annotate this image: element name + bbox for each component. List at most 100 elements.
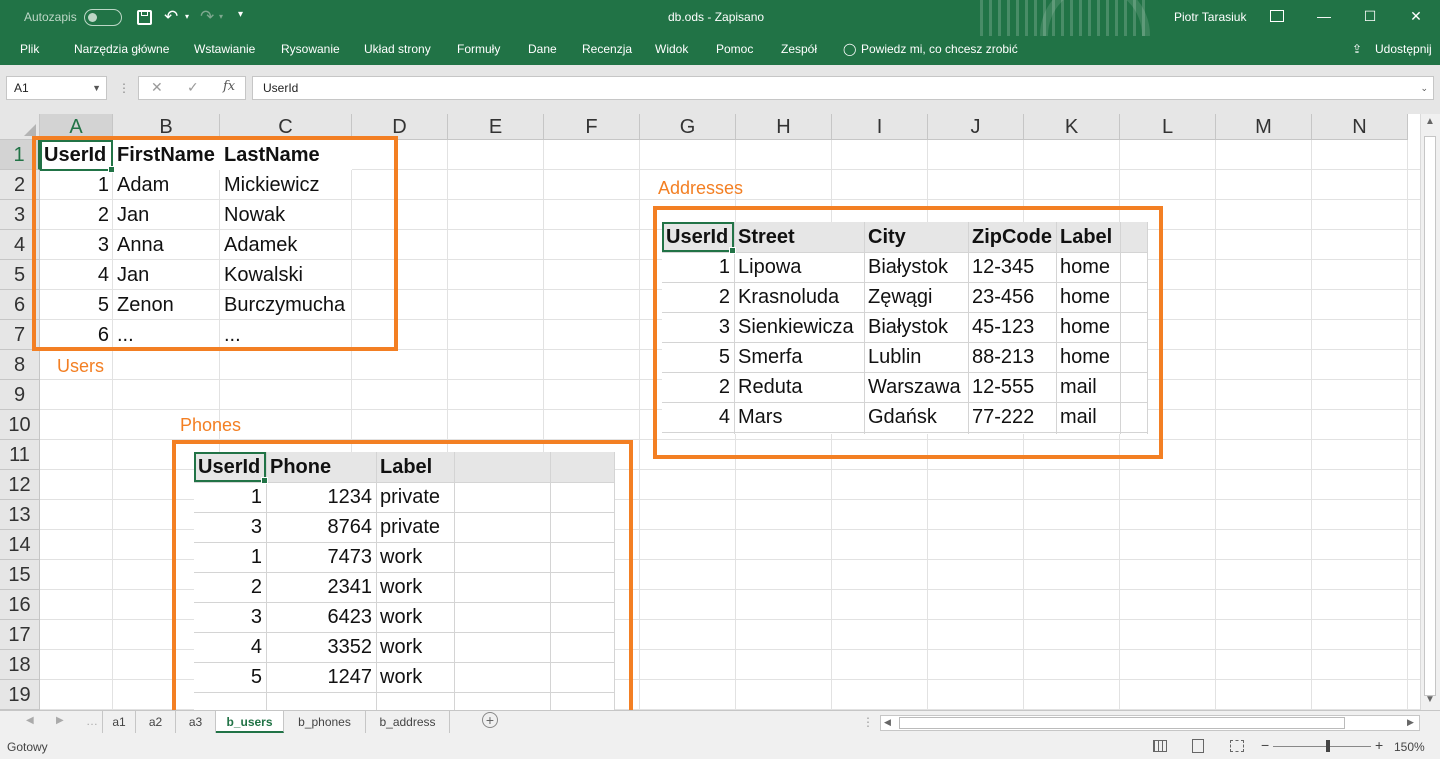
vertical-scroll-thumb[interactable] [1424, 136, 1436, 696]
next-sheet-icon[interactable]: ▶ [56, 715, 64, 726]
sheet-tab-b_address[interactable]: b_address [366, 711, 450, 733]
gridline-vertical [1311, 140, 1312, 710]
share-button[interactable]: Udostępnij [1375, 42, 1432, 56]
column-header-N[interactable]: N [1312, 114, 1408, 140]
title-bar: Autozapis ↶ ▾ ↷ ▾ ▾ db.ods - Zapisano Pi… [0, 0, 1440, 90]
scroll-right-icon[interactable]: ▶ [1407, 717, 1414, 728]
maximize-icon[interactable]: ☐ [1360, 6, 1380, 26]
tab-team[interactable]: Zespół [781, 42, 817, 56]
formula-bar-grip-icon: ⋮ [118, 81, 130, 95]
customize-qat-icon[interactable]: ▾ [238, 9, 243, 20]
name-box-value: A1 [14, 81, 29, 95]
cancel-icon[interactable]: ✕ [151, 79, 163, 96]
lightbulb-icon[interactable]: ◯ [843, 42, 856, 56]
tab-review[interactable]: Recenzja [582, 42, 632, 56]
horizontal-scrollbar[interactable]: ◀ ▶ [880, 715, 1420, 731]
undo-dropdown-icon[interactable]: ▾ [185, 12, 189, 21]
row-header-12[interactable]: 12 [0, 470, 40, 500]
more-sheets-icon[interactable]: … [86, 714, 98, 728]
autosave-label: Autozapis [24, 10, 77, 24]
sheet-tab-a3[interactable]: a3 [176, 711, 216, 733]
redo-dropdown-icon[interactable]: ▾ [219, 12, 223, 21]
autosave-toggle[interactable] [84, 9, 122, 26]
redo-icon[interactable]: ↷ [200, 7, 214, 27]
toggle-knob [88, 13, 97, 22]
row-header-9[interactable]: 9 [0, 380, 40, 410]
zoom-slider-thumb[interactable] [1326, 740, 1330, 752]
scroll-up-icon[interactable]: ▲ [1425, 116, 1435, 127]
formula-input[interactable]: UserId ⌄ [252, 76, 1434, 100]
user-name[interactable]: Piotr Tarasiuk [1174, 10, 1246, 24]
tab-data[interactable]: Dane [528, 42, 557, 56]
tab-page-layout[interactable]: Układ strony [364, 42, 431, 56]
column-header-H[interactable]: H [736, 114, 832, 140]
column-header-E[interactable]: E [448, 114, 544, 140]
tab-view[interactable]: Widok [655, 42, 688, 56]
row-header-19[interactable]: 19 [0, 680, 40, 710]
tab-insert[interactable]: Wstawianie [194, 42, 255, 56]
formula-buttons: ✕ ✓ fx [138, 76, 246, 100]
horizontal-scroll-thumb[interactable] [899, 717, 1345, 729]
gridline-vertical [1407, 140, 1408, 710]
row-header-13[interactable]: 13 [0, 500, 40, 530]
row-header-18[interactable]: 18 [0, 650, 40, 680]
page-layout-view-icon[interactable] [1192, 739, 1204, 753]
expand-formula-icon[interactable]: ⌄ [1420, 77, 1428, 99]
ribbon-display-icon[interactable] [1270, 10, 1284, 22]
tab-split-handle-icon[interactable]: ⋮ [862, 715, 874, 729]
column-header-L[interactable]: L [1120, 114, 1216, 140]
column-header-G[interactable]: G [640, 114, 736, 140]
addresses-highlight-box [653, 206, 1163, 459]
minimize-icon[interactable]: — [1314, 6, 1334, 26]
worksheet-grid[interactable]: ABCDEFGHIJKLMN 1 2 3 4 5 6 7 8 9 10 11 12 13 14 15 16 17… [0, 114, 1420, 710]
status-bar: Gotowy − + 150% [0, 734, 1440, 759]
column-header-J[interactable]: J [928, 114, 1024, 140]
gridline-vertical [639, 140, 640, 710]
name-box[interactable]: A1 ▼ [6, 76, 107, 100]
tab-formulas[interactable]: Formuły [457, 42, 500, 56]
tell-me-box[interactable]: Powiedz mi, co chcesz zrobić [861, 42, 1018, 56]
name-box-dropdown-icon[interactable]: ▼ [92, 77, 101, 99]
zoom-in-icon[interactable]: + [1375, 737, 1383, 753]
sheet-tab-a2[interactable]: a2 [136, 711, 176, 733]
save-icon[interactable] [137, 10, 152, 25]
prev-sheet-icon[interactable]: ◀ [26, 715, 34, 726]
add-sheet-icon[interactable]: + [482, 712, 498, 728]
column-header-K[interactable]: K [1024, 114, 1120, 140]
column-header-I[interactable]: I [832, 114, 928, 140]
row-header-17[interactable]: 17 [0, 620, 40, 650]
row-header-10[interactable]: 10 [0, 410, 40, 440]
insert-function-icon[interactable]: fx [223, 79, 235, 94]
row-header-8[interactable]: 8 [0, 350, 40, 380]
tab-help[interactable]: Pomoc [716, 42, 753, 56]
sheet-tab-a1[interactable]: a1 [102, 711, 136, 733]
scroll-left-icon[interactable]: ◀ [884, 717, 891, 728]
document-title: db.ods - Zapisano [668, 10, 765, 24]
gridline-vertical [1215, 140, 1216, 710]
status-text: Gotowy [7, 740, 48, 754]
enter-icon[interactable]: ✓ [187, 79, 199, 96]
zoom-slider-track[interactable] [1273, 746, 1371, 747]
row-header-16[interactable]: 16 [0, 590, 40, 620]
row-header-15[interactable]: 15 [0, 560, 40, 590]
row-header-14[interactable]: 14 [0, 530, 40, 560]
page-break-view-icon[interactable] [1230, 740, 1244, 752]
zoom-out-icon[interactable]: − [1261, 737, 1269, 753]
share-icon[interactable]: ⇪ [1352, 42, 1362, 56]
column-header-F[interactable]: F [544, 114, 640, 140]
sheet-tab-b_phones[interactable]: b_phones [284, 711, 366, 733]
formula-bar: A1 ▼ ⋮ ✕ ✓ fx UserId ⌄ [0, 65, 1440, 114]
addresses-label: Addresses [658, 178, 744, 198]
row-header-11[interactable]: 11 [0, 440, 40, 470]
zoom-level[interactable]: 150% [1394, 740, 1425, 754]
normal-view-icon[interactable] [1153, 740, 1167, 752]
sheet-tab-bar: ◀ ▶ … a1 a2 a3 b_users b_phones b_addres… [0, 710, 1440, 734]
save-icon-shutter [141, 11, 148, 16]
tab-draw[interactable]: Rysowanie [281, 42, 340, 56]
tab-file[interactable]: Plik [20, 42, 39, 56]
undo-icon[interactable]: ↶ [164, 7, 178, 27]
tab-home[interactable]: Narzędzia główne [74, 42, 169, 56]
column-header-M[interactable]: M [1216, 114, 1312, 140]
close-icon[interactable]: ✕ [1406, 6, 1426, 26]
sheet-tab-b_users[interactable]: b_users [216, 711, 284, 733]
